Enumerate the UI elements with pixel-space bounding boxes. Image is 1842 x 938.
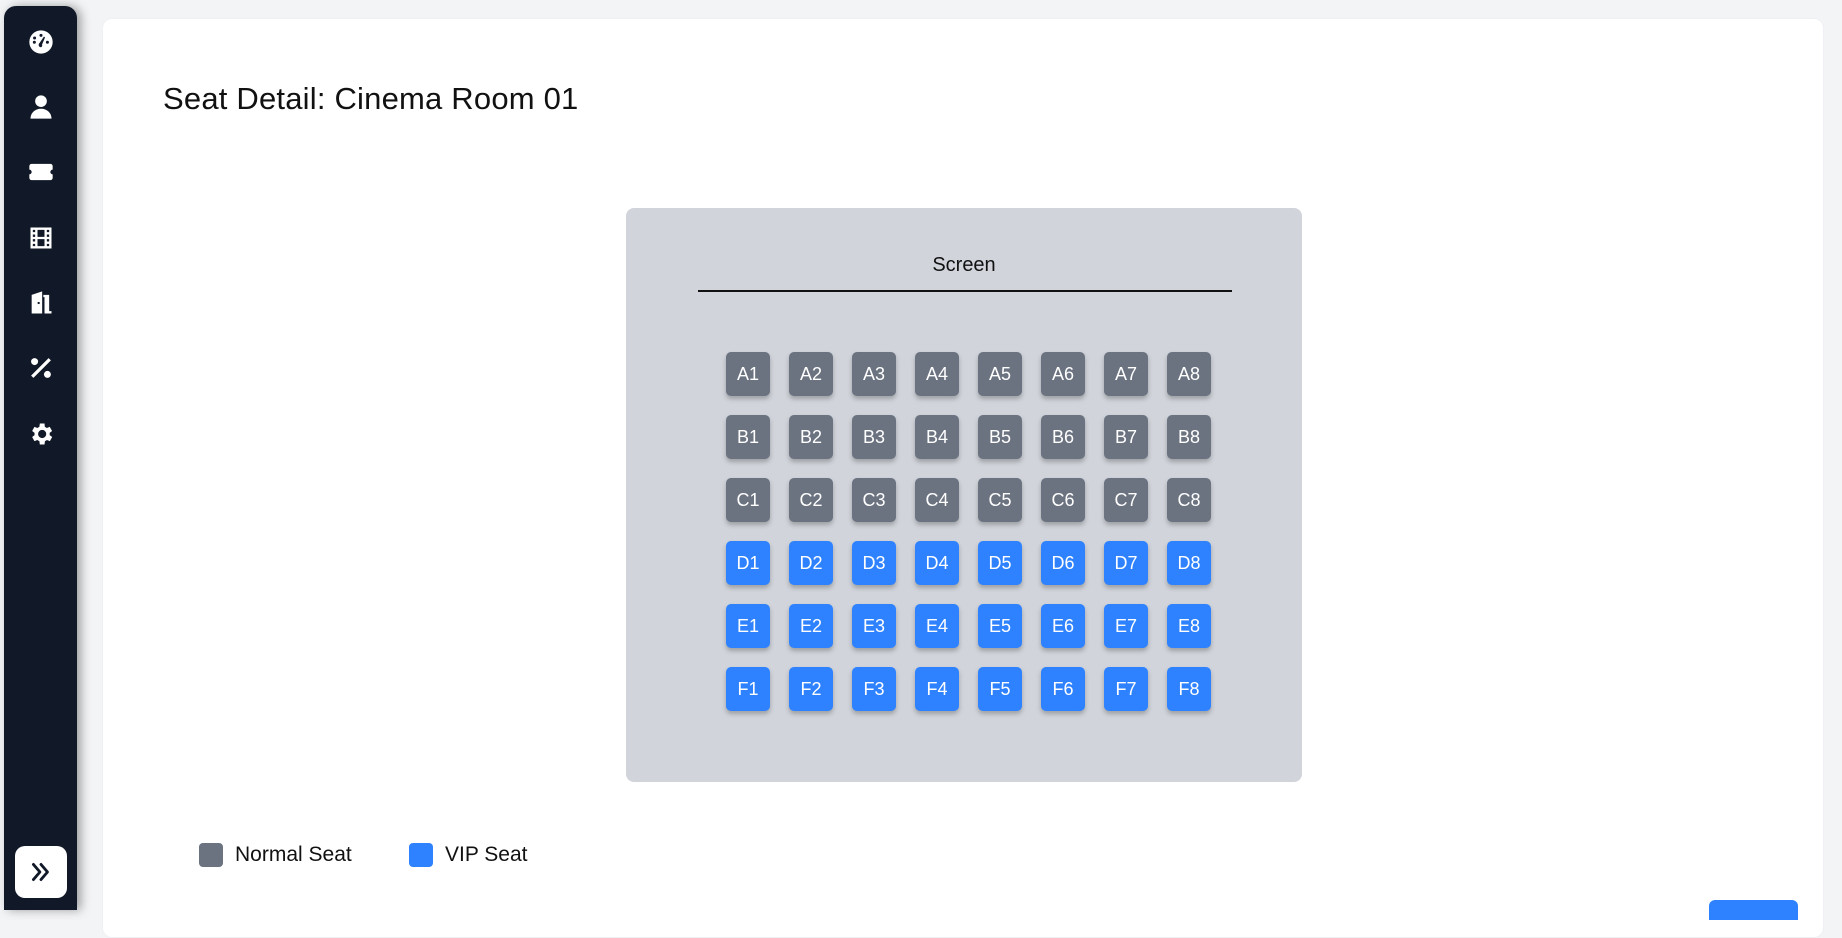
seat-b3[interactable]: B3 (852, 415, 896, 459)
seat-e8[interactable]: E8 (1167, 604, 1211, 648)
seat-d2[interactable]: D2 (789, 541, 833, 585)
expand-sidebar-button[interactable] (15, 846, 67, 898)
seat-e6[interactable]: E6 (1041, 604, 1085, 648)
seat-d5[interactable]: D5 (978, 541, 1022, 585)
seat-c3[interactable]: C3 (852, 478, 896, 522)
seat-f3[interactable]: F3 (852, 667, 896, 711)
seat-b7[interactable]: B7 (1104, 415, 1148, 459)
sidebar-item-dashboard[interactable] (4, 18, 77, 66)
sidebar-item-movies[interactable] (4, 214, 77, 262)
sidebar-item-tickets[interactable] (4, 148, 77, 196)
seat-e2[interactable]: E2 (789, 604, 833, 648)
ticket-icon (28, 163, 53, 181)
page-title: Seat Detail: Cinema Room 01 (163, 81, 579, 116)
legend-vip-seat: VIP Seat (409, 843, 528, 867)
double-chevron-right-icon (32, 863, 49, 881)
user-icon (30, 95, 51, 119)
legend-normal-seat: Normal Seat (199, 843, 352, 867)
action-button-partial[interactable] (1709, 900, 1798, 920)
sidebar (4, 6, 77, 910)
seat-c6[interactable]: C6 (1041, 478, 1085, 522)
seat-d8[interactable]: D8 (1167, 541, 1211, 585)
seat-d4[interactable]: D4 (915, 541, 959, 585)
sidebar-item-users[interactable] (4, 83, 77, 131)
percent-discount-icon (30, 358, 51, 378)
seat-a5[interactable]: A5 (978, 352, 1022, 396)
seat-b6[interactable]: B6 (1041, 415, 1085, 459)
seat-f7[interactable]: F7 (1104, 667, 1148, 711)
dashboard-gauge-icon (28, 30, 53, 54)
seat-d3[interactable]: D3 (852, 541, 896, 585)
seat-f6[interactable]: F6 (1041, 667, 1085, 711)
seat-b5[interactable]: B5 (978, 415, 1022, 459)
seat-grid: A1 A2 A3 A4 A5 A6 A7 A8 B1 B2 B3 B4 B5 B6 B7 B8 C1 C2 C3 C4… (726, 352, 1211, 711)
seat-a2[interactable]: A2 (789, 352, 833, 396)
seat-b4[interactable]: B4 (915, 415, 959, 459)
seat-a6[interactable]: A6 (1041, 352, 1085, 396)
sidebar-item-rooms[interactable] (4, 279, 77, 327)
seat-e7[interactable]: E7 (1104, 604, 1148, 648)
seat-f8[interactable]: F8 (1167, 667, 1211, 711)
screen-line (698, 290, 1232, 292)
normal-seat-swatch (199, 843, 223, 867)
seat-c1[interactable]: C1 (726, 478, 770, 522)
seat-e3[interactable]: E3 (852, 604, 896, 648)
seat-a8[interactable]: A8 (1167, 352, 1211, 396)
seat-a4[interactable]: A4 (915, 352, 959, 396)
seat-d1[interactable]: D1 (726, 541, 770, 585)
seat-d6[interactable]: D6 (1041, 541, 1085, 585)
seat-c7[interactable]: C7 (1104, 478, 1148, 522)
seat-c5[interactable]: C5 (978, 478, 1022, 522)
seat-e5[interactable]: E5 (978, 604, 1022, 648)
sidebar-item-discounts[interactable] (4, 344, 77, 392)
seat-a7[interactable]: A7 (1104, 352, 1148, 396)
seat-f2[interactable]: F2 (789, 667, 833, 711)
seat-c4[interactable]: C4 (915, 478, 959, 522)
seat-f5[interactable]: F5 (978, 667, 1022, 711)
main-card: Seat Detail: Cinema Room 01 Screen A1 A2 A… (102, 18, 1824, 938)
screen-label: Screen (932, 254, 996, 276)
vip-seat-swatch (409, 843, 433, 867)
seat-e1[interactable]: E1 (726, 604, 770, 648)
legend-normal-label: Normal Seat (235, 843, 352, 866)
film-icon (30, 227, 51, 249)
seat-c8[interactable]: C8 (1167, 478, 1211, 522)
seat-f4[interactable]: F4 (915, 667, 959, 711)
gear-icon (31, 423, 52, 445)
sidebar-item-settings[interactable] (4, 410, 77, 458)
seat-c2[interactable]: C2 (789, 478, 833, 522)
legend-vip-label: VIP Seat (445, 843, 528, 866)
seat-e4[interactable]: E4 (915, 604, 959, 648)
cinema-room-layout: Screen A1 A2 A3 A4 A5 A6 A7 A8 B1 B2 B3 B4 B5 B6 B7 B8 C… (626, 208, 1302, 782)
seat-b1[interactable]: B1 (726, 415, 770, 459)
seat-d7[interactable]: D7 (1104, 541, 1148, 585)
seat-b8[interactable]: B8 (1167, 415, 1211, 459)
seat-a3[interactable]: A3 (852, 352, 896, 396)
seat-b2[interactable]: B2 (789, 415, 833, 459)
seat-a1[interactable]: A1 (726, 352, 770, 396)
seat-f1[interactable]: F1 (726, 667, 770, 711)
door-room-icon (31, 291, 51, 314)
